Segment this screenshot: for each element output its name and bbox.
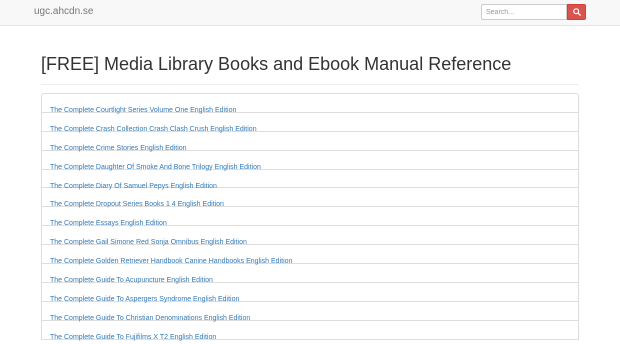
book-link[interactable]: The Complete Golden Retriever Handbook C… bbox=[50, 258, 292, 265]
book-list: The Complete Courtlight Series Volume On… bbox=[41, 93, 579, 341]
book-link[interactable]: The Complete Courtlight Series Volume On… bbox=[50, 107, 236, 114]
book-link[interactable]: The Complete Dropout Series Books 1 4 En… bbox=[50, 201, 224, 208]
book-link[interactable]: The Complete Guide To Aspergers Syndrome… bbox=[50, 296, 239, 303]
list-item: The Complete Courtlight Series Volume On… bbox=[41, 93, 579, 114]
book-link[interactable]: The Complete Gail Simone Red Sonja Omnib… bbox=[50, 239, 247, 246]
book-link[interactable]: The Complete Essays English Edition bbox=[50, 220, 167, 227]
book-link[interactable]: The Complete Guide To Acupuncture Englis… bbox=[50, 277, 213, 284]
main-content: [FREE] Media Library Books and Ebook Man… bbox=[41, 26, 579, 341]
search-form bbox=[481, 4, 586, 20]
book-link[interactable]: The Complete Crash Collection Crash Clas… bbox=[50, 126, 257, 133]
search-button[interactable] bbox=[567, 4, 586, 20]
book-link[interactable]: The Complete Guide To Christian Denomina… bbox=[50, 315, 250, 322]
search-icon bbox=[572, 8, 581, 16]
site-brand-link[interactable]: ugc.ahcdn.se bbox=[34, 6, 94, 17]
book-link[interactable]: The Complete Crime Stories English Editi… bbox=[50, 145, 187, 152]
top-navbar: ugc.ahcdn.se bbox=[0, 0, 620, 26]
book-link[interactable]: The Complete Diary Of Samuel Pepys Engli… bbox=[50, 183, 217, 190]
book-link[interactable]: The Complete Guide To Fujifilms X T2 Eng… bbox=[50, 334, 216, 341]
page-title: [FREE] Media Library Books and Ebook Man… bbox=[41, 54, 512, 74]
title-divider bbox=[41, 84, 579, 85]
search-input[interactable] bbox=[481, 4, 567, 20]
book-link[interactable]: The Complete Daughter Of Smoke And Bone … bbox=[50, 164, 261, 171]
